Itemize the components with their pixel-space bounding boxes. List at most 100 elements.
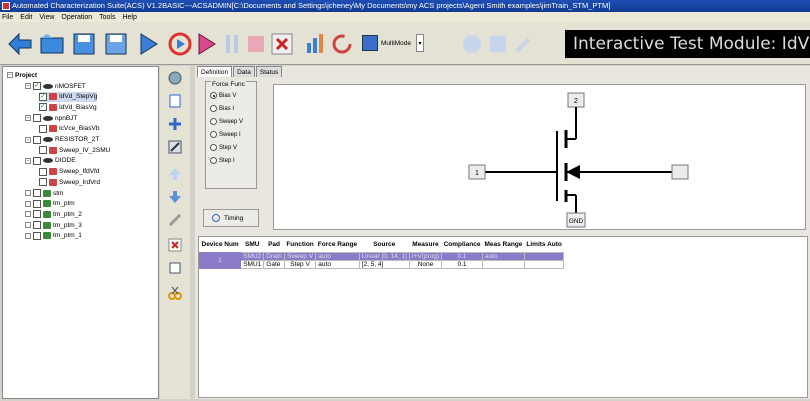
remove-button[interactable] [167,237,183,253]
open-button[interactable] [36,28,68,60]
column-header[interactable]: Force Range [315,237,360,252]
tab-status[interactable]: Status [255,66,283,77]
table-cell[interactable]: auto [481,251,525,261]
expand-icon[interactable]: − [25,157,31,164]
tree-item[interactable]: tm_ptm [25,199,75,209]
table-cell[interactable]: auto [315,259,360,269]
table-row[interactable]: 1 SMU2 Drain Sweep Vauto Linear [0, 14, 1] I+… [199,251,565,269]
run-button[interactable] [132,28,164,60]
move-up-button[interactable] [167,166,183,182]
column-header[interactable]: Limits Auto [524,237,564,252]
expand-icon[interactable] [25,222,31,229]
add-device-button[interactable] [167,70,183,86]
move-down-button[interactable] [167,189,183,205]
tab-data[interactable]: Data [233,66,255,77]
timing-button[interactable]: Timing [203,209,259,227]
table-row[interactable]: SMU1 Gate Step Vauto [2, 5, 4] None 0.1 [200,259,565,269]
project-tree[interactable]: − Project − ✓ nMOSFET ✓ IdVd_StepVg ✓ IdVd_Bia… [2,66,159,399]
column-header[interactable]: Compliance [441,237,483,252]
column-header[interactable]: Function [284,237,316,252]
table-cell[interactable]: I+V(prog) [408,251,443,261]
table-cell[interactable]: Drain [263,251,285,261]
column-header[interactable]: Device Num [199,237,241,252]
expand-icon[interactable] [25,200,31,207]
save-all-button[interactable] [100,28,132,60]
tree-root[interactable]: − Project [7,70,37,80]
force-func-option[interactable]: Bias I [210,105,234,112]
tree-checkbox[interactable] [39,167,47,176]
menu-tools[interactable]: Tools [99,14,115,21]
force-func-option[interactable]: Sweep I [210,131,241,138]
table-cell[interactable] [523,251,565,261]
tree-checkbox[interactable] [33,156,41,165]
radio-button[interactable] [210,105,217,112]
tree-item[interactable]: tm_ptm_3 [25,220,82,230]
tree-checkbox[interactable] [33,199,41,208]
table-cell[interactable]: None [408,259,443,269]
radio-button[interactable] [210,92,217,99]
expand-icon[interactable] [25,211,31,218]
smu-config-table[interactable]: Device Num SMU Pad Function Force Range Sourc… [198,236,808,398]
column-header[interactable]: Source [359,237,410,252]
column-header[interactable]: Measure [409,237,442,252]
chevron-down-icon[interactable]: ▾ [415,34,424,52]
table-cell[interactable]: SMU1 [240,259,265,269]
tree-item[interactable]: tm_ptm_2 [25,209,82,219]
table-cell[interactable]: Sweep V [283,251,317,261]
expand-icon[interactable]: − [25,115,31,122]
tree-item[interactable]: − DIODE [25,156,76,166]
radio-button[interactable] [210,131,217,138]
edit-button[interactable] [167,139,183,155]
radio-button[interactable] [210,157,217,164]
refresh-button[interactable] [326,28,358,60]
table-cell[interactable]: Linear [0, 14, 1] [358,251,410,261]
radio-button[interactable] [210,144,217,151]
tree-checkbox[interactable]: ✓ [33,82,41,90]
table-cell[interactable]: Gate [263,259,285,269]
tree-checkbox[interactable] [39,124,47,133]
tree-item[interactable]: Sweep_IfdVfd [39,167,99,177]
delete-button[interactable] [266,28,298,60]
new-project-button[interactable] [4,28,36,60]
tree-item[interactable]: ✓ IdVd_BiasVg [39,102,97,112]
menu-help[interactable]: Help [122,14,136,21]
table-cell[interactable]: 0.1 [441,251,483,261]
tree-checkbox[interactable] [33,210,41,219]
column-header[interactable]: Meas Range [482,237,525,252]
tree-item[interactable]: − ✓ nMOSFET [25,81,86,91]
tree-checkbox[interactable] [33,231,41,240]
cut-button[interactable] [167,285,183,301]
add-button[interactable] [167,116,183,132]
table-cell[interactable]: Step V [283,259,317,269]
tree-checkbox[interactable] [39,146,47,155]
radio-button[interactable] [210,118,217,125]
tree-item[interactable]: stm [25,188,63,198]
tool-button-c[interactable] [508,28,540,60]
tree-item[interactable]: IcVce_BiasVb [39,124,99,134]
force-func-option[interactable]: Sweep V [210,118,243,125]
tree-item[interactable]: Sweep_IrdVrd [39,177,100,187]
save-button[interactable] [68,28,100,60]
tree-checkbox[interactable] [39,178,47,187]
tree-checkbox[interactable] [33,189,41,197]
tree-checkbox[interactable]: ✓ [39,92,47,101]
column-header[interactable]: SMU [240,237,264,252]
tree-item[interactable]: − RESISTOR_2T [25,135,99,145]
force-func-option[interactable]: Step V [210,144,237,151]
force-func-option[interactable]: Bias V [210,92,236,99]
force-func-option[interactable]: Step I [210,157,235,164]
menu-edit[interactable]: Edit [20,14,32,21]
tree-item[interactable]: − npnBJT [25,113,77,123]
expand-icon[interactable]: − [25,83,31,89]
table-cell[interactable]: SMU2 [240,251,265,261]
tree-item[interactable]: Sweep_IV_2SMU [39,145,110,155]
brush-button[interactable] [167,212,183,228]
menu-view[interactable]: View [39,14,54,21]
tab-definition[interactable]: Definition [197,66,233,77]
expand-icon[interactable] [25,190,31,196]
expand-icon[interactable] [25,232,31,239]
table-cell[interactable] [523,259,565,269]
add-test-button[interactable] [167,93,183,109]
table-cell[interactable] [481,259,525,269]
tree-checkbox[interactable]: ✓ [39,103,47,112]
